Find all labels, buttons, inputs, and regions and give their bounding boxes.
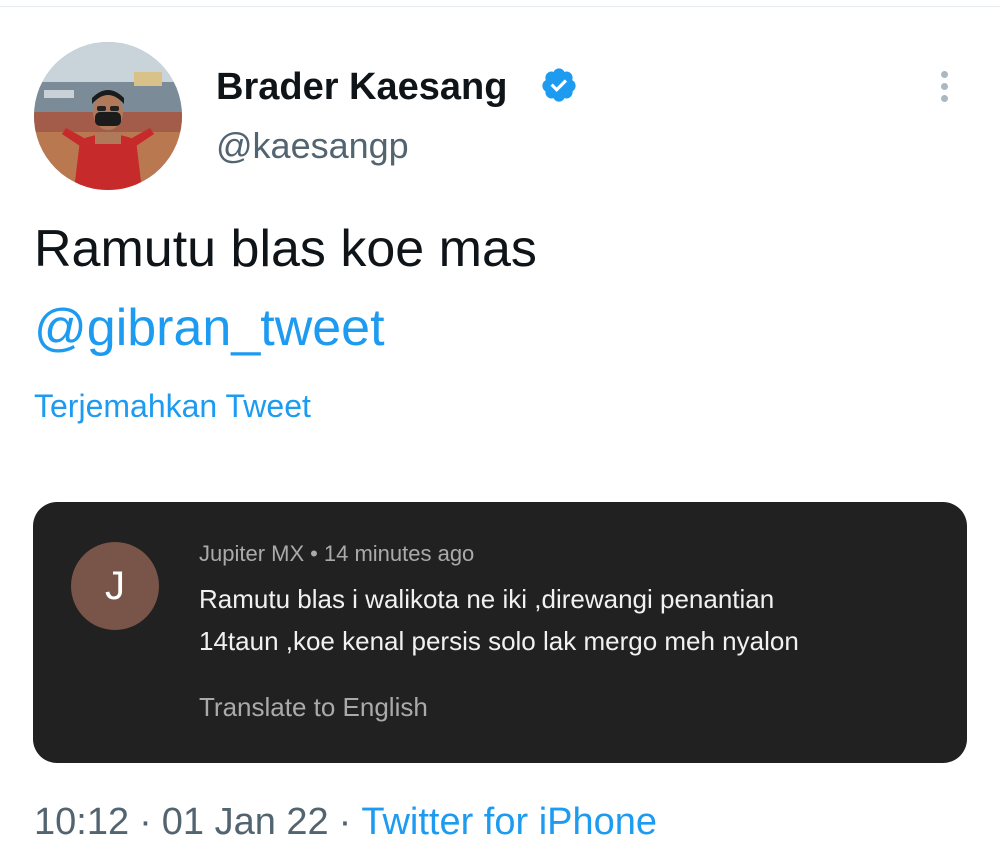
comment-text: Ramutu blas i walikota ne iki ,direwangi… [199, 578, 919, 662]
more-dot [940, 70, 948, 78]
commenter-avatar: J [71, 542, 159, 630]
comment-time: 14 minutes ago [323, 541, 475, 566]
tweet-date[interactable]: 01 Jan 22 [162, 801, 329, 843]
avatar[interactable] [34, 42, 182, 190]
meta-separator: • [310, 541, 318, 566]
commenter-name: Jupiter MX [199, 541, 305, 566]
top-divider [0, 6, 1000, 7]
author-display-name[interactable]: Brader Kaesang [216, 64, 507, 110]
translate-tweet-link[interactable]: Terjemahkan Tweet [34, 386, 311, 426]
avatar-photo [34, 42, 182, 190]
comment-meta: Jupiter MX • 14 minutes ago [199, 540, 474, 568]
comment-text-line: 14taun ,koe kenal persis solo lak mergo … [199, 626, 799, 656]
footer-separator: · [139, 801, 152, 843]
more-options-icon[interactable] [928, 64, 960, 108]
tweet-text: Ramutu blas koe mas [34, 220, 537, 278]
tweet-time[interactable]: 10:12 [34, 801, 129, 843]
more-dot [940, 94, 948, 102]
comment-text-line: Ramutu blas i walikota ne iki ,direwangi… [199, 584, 775, 614]
more-dot [940, 82, 948, 90]
translate-to-english-link: Translate to English [199, 692, 428, 722]
embedded-comment-card: J Jupiter MX • 14 minutes ago Ramutu blas … [33, 502, 967, 763]
tweet-footer: 10:12 · 01 Jan 22 · Twitter for iPhone [34, 799, 657, 845]
footer-separator: · [338, 801, 352, 843]
tweet-source-link[interactable]: Twitter for iPhone [361, 801, 657, 843]
verified-badge-icon [542, 68, 576, 102]
mention-link[interactable]: @gibran_tweet [34, 297, 385, 359]
author-handle[interactable]: @kaesangp [216, 124, 409, 168]
